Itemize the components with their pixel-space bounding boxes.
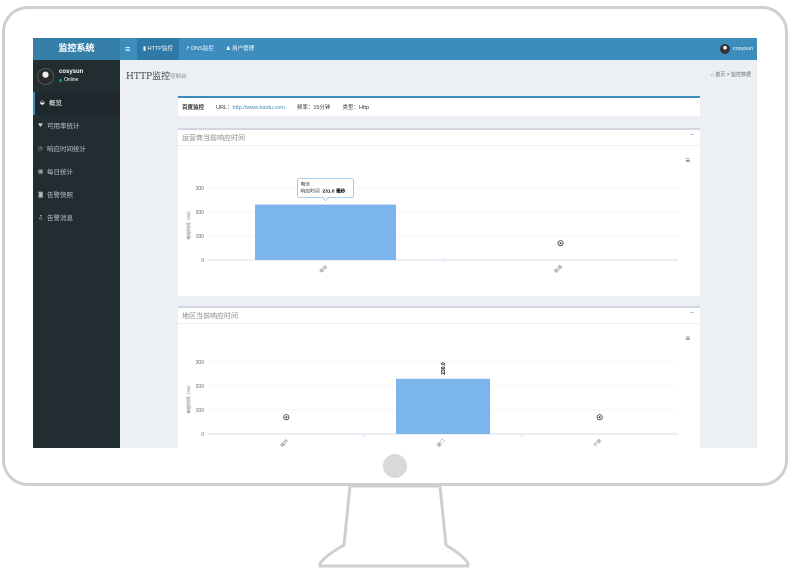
power-button[interactable] <box>383 454 407 478</box>
isp-response-box: 运营商当前响应时间 − ≡ 0 100 200 300 响应时间（ms） 电信 联通 电信 响应… <box>178 128 700 296</box>
breadcrumb: ⌂ 首页 > 监控数据 <box>710 72 751 78</box>
calendar-icon: ▦ <box>38 169 44 175</box>
tooltip-value: 231.0 毫秒 <box>323 188 346 195</box>
nav-users[interactable]: ♟ 用户管理 <box>220 38 260 60</box>
online-dot-icon <box>59 78 62 82</box>
sidebar-item-label: 告警消息 <box>47 214 73 222</box>
sidebar-menu: ◒ 概览 ♥ 可用率统计 ◷ 响应时间统计 ▦ 每日统计 ◙ 告警快照 ♫ 告警消息 <box>33 92 120 230</box>
x-tick-label: 电信 <box>318 263 330 275</box>
no-data-marker-dot <box>559 242 562 245</box>
y-tick-label: 100 <box>196 234 205 240</box>
y-tick-label: 100 <box>196 408 205 414</box>
sidebar-item-alert-messages[interactable]: ♫ 告警消息 <box>33 207 120 230</box>
region-response-box: 地区当前响应时间 − ≡ 0 100 200 300 响应时间（ms） 福州 230.0 厦门… <box>178 306 700 448</box>
nav-users-label: 用户管理 <box>232 46 255 52</box>
x-tick-label: 联通 <box>553 263 565 275</box>
url-link[interactable]: http://www.baidu.com <box>233 105 285 111</box>
tooltip-arrow <box>322 197 329 202</box>
avatar <box>719 44 730 54</box>
y-tick-label: 0 <box>201 258 204 264</box>
user-menu-name: cosysun <box>732 46 753 52</box>
x-tick-label: 厦门 <box>435 437 447 448</box>
status-label: Online <box>64 77 79 83</box>
sidebar-item-label: 每日统计 <box>47 168 73 176</box>
main-content: HTTP监控 控制台 ⌂ 首页 > 监控数据 百度监控 URL：http://w… <box>120 60 757 448</box>
data-label: 230.0 <box>441 362 447 375</box>
y-tick-label: 300 <box>196 360 205 366</box>
heart-icon: ♥ <box>38 123 43 129</box>
isp-chart: 0100200300响应时间（ms）电信 联通电信响应时间 231.0 毫秒 <box>185 178 678 275</box>
monitor-type: 类型：Http <box>342 105 370 111</box>
sidebar-item-availability[interactable]: ♥ 可用率统计 <box>33 115 120 138</box>
screen: 监控系统 ≡ ▮ HTTP监控 ↗ DNS监控 ♟ 用户管理 cosysun c… <box>33 38 757 448</box>
dashboard-icon: ◒ <box>40 100 45 106</box>
camera-icon: ◙ <box>38 192 44 198</box>
app-logo[interactable]: 监控系统 <box>33 38 120 60</box>
box-title: 运营商当前响应时间 <box>182 134 245 142</box>
y-tick-label: 300 <box>196 186 205 192</box>
sidebar-item-label: 可用率统计 <box>47 122 80 130</box>
breadcrumb-home[interactable]: 首页 <box>715 72 725 78</box>
nav-dns-label: DNS监控 <box>191 46 214 52</box>
nav-http-label: HTTP监控 <box>147 46 173 52</box>
no-data-marker-dot <box>285 416 288 419</box>
sidebar-item-daily[interactable]: ▦ 每日统计 <box>33 161 120 184</box>
nav-http[interactable]: ▮ HTTP监控 <box>137 38 179 60</box>
top-navbar: 监控系统 ≡ ▮ HTTP监控 ↗ DNS监控 ♟ 用户管理 cosysun <box>33 38 757 60</box>
hamburger-icon[interactable]: ≡ <box>125 38 130 60</box>
no-data-marker-dot <box>598 416 601 419</box>
user-menu[interactable]: cosysun <box>719 38 753 60</box>
x-tick-label: 宁德 <box>592 437 604 448</box>
collapse-icon[interactable]: − <box>689 308 694 317</box>
region-chart: 0 100 200 300 响应时间（ms） 福州 230.0 厦门 宁德 <box>185 360 678 448</box>
sidebar-item-label: 响应时间统计 <box>47 145 86 153</box>
breadcrumb-current: 监控数据 <box>730 72 751 78</box>
tooltip-label: 响应时间 <box>301 188 320 195</box>
y-tick-label: 0 <box>201 432 204 438</box>
bell-icon: ♫ <box>38 215 43 221</box>
page-subtitle: 控制台 <box>170 74 187 80</box>
monitor-info-bar: 百度监控 URL：http://www.baidu.com 频率：15分钟 类型… <box>178 96 700 116</box>
sidebar-item-alert-snapshot[interactable]: ◙ 告警快照 <box>33 184 120 207</box>
bar <box>255 204 396 260</box>
y-tick-label: 200 <box>196 384 205 390</box>
top-nav: ▮ HTTP监控 ↗ DNS监控 ♟ 用户管理 <box>137 38 260 60</box>
sidebar-item-label: 概览 <box>49 99 62 107</box>
nav-dns[interactable]: ↗ DNS监控 <box>179 38 220 60</box>
sidebar-username: cosysun <box>59 69 84 75</box>
page-title: HTTP监控 <box>126 72 171 82</box>
sidebar-item-response-time[interactable]: ◷ 响应时间统计 <box>33 138 120 161</box>
y-tick-label: 200 <box>196 210 205 216</box>
box-title: 地区当前响应时间 <box>182 312 238 320</box>
url-field: URL：http://www.baidu.com <box>216 103 285 111</box>
y-axis-label: 响应时间（ms） <box>185 209 192 240</box>
clock-icon: ◷ <box>38 146 43 152</box>
monitor-name: 百度监控 <box>182 105 205 111</box>
frequency: 频率：15分钟 <box>296 105 331 111</box>
tooltip-title: 电信 <box>301 181 311 188</box>
tooltip-box <box>297 178 354 198</box>
user-panel: cosysun Online <box>37 64 83 88</box>
sidebar: cosysun Online ◒ 概览 ♥ 可用率统计 ◷ 响应时间统计 ▦ 每日统计 … <box>33 60 120 448</box>
sidebar-item-label: 告警快照 <box>47 191 73 199</box>
sidebar-item-overview[interactable]: ◒ 概览 <box>33 92 120 115</box>
x-tick-label: 福州 <box>278 437 290 448</box>
y-axis-label: 响应时间（ms） <box>185 383 192 414</box>
avatar <box>37 67 54 85</box>
bar <box>396 378 490 434</box>
url-label: URL： <box>216 105 233 111</box>
collapse-icon[interactable]: − <box>689 130 694 139</box>
